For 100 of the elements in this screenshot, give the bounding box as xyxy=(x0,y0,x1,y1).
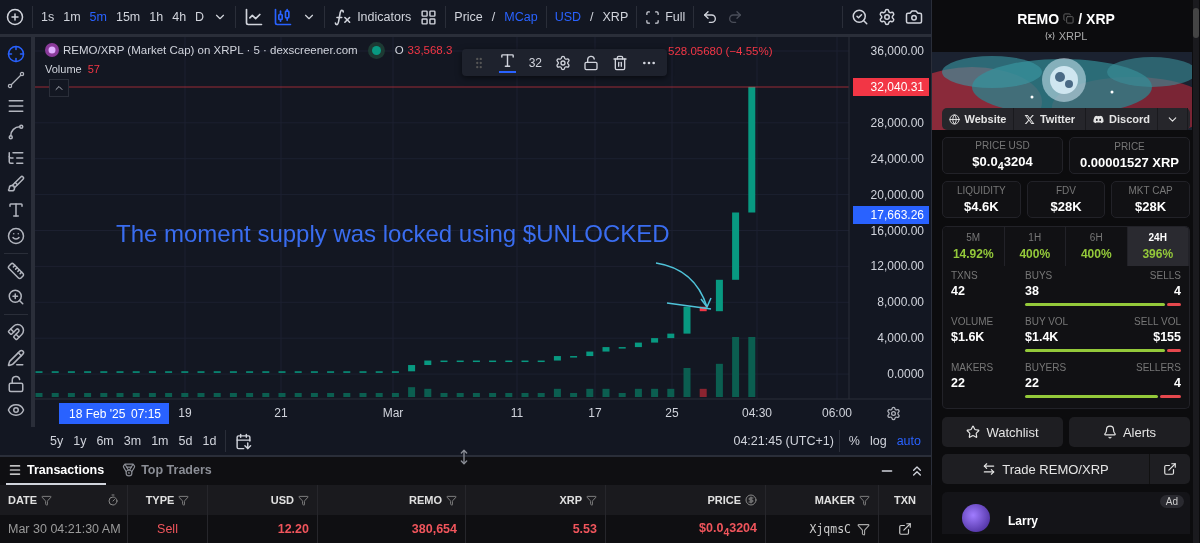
range-button[interactable]: 1d xyxy=(198,431,221,452)
volume-bar xyxy=(35,393,43,398)
panel-tab[interactable]: Top Traders xyxy=(120,457,214,485)
volume-bar xyxy=(748,337,756,398)
stat-value: 4 xyxy=(1174,376,1181,390)
line-tool-icon xyxy=(6,71,25,90)
volume-label: Volume xyxy=(45,63,82,76)
star-icon xyxy=(966,425,981,439)
filter-icon[interactable] xyxy=(857,522,870,536)
price-mcap-toggle[interactable]: Price / MCap xyxy=(450,7,542,28)
column-header[interactable]: TXN xyxy=(879,485,932,515)
volume-bar xyxy=(262,393,270,398)
interval-button[interactable]: D xyxy=(191,7,209,28)
interval-button[interactable]: 1m xyxy=(59,7,85,28)
candle xyxy=(391,371,399,374)
collapse-button[interactable] xyxy=(49,79,69,98)
candle xyxy=(375,371,383,374)
watchlist-button[interactable]: Watchlist xyxy=(942,417,1063,447)
axis-label: 36,000.00 xyxy=(870,44,924,59)
range-button[interactable]: 6m xyxy=(92,431,118,452)
smiley-icon xyxy=(6,227,25,246)
axis-label: Mar xyxy=(382,406,404,421)
range-button[interactable]: 3m xyxy=(119,431,146,452)
candle xyxy=(181,371,189,374)
candle xyxy=(683,307,691,335)
interval-button[interactable]: 5m xyxy=(85,7,111,28)
volume-bar xyxy=(116,393,124,398)
volume-value: 57 xyxy=(87,63,100,76)
candle xyxy=(586,352,594,357)
settings-icon[interactable] xyxy=(887,407,900,421)
undo-icon xyxy=(702,9,719,26)
range-button[interactable]: 1y xyxy=(69,431,91,452)
font-size-button[interactable]: 32 xyxy=(528,55,542,70)
stat-label: BUYERS xyxy=(1025,362,1067,373)
chain-name: XRPL xyxy=(1058,29,1088,42)
scale-option[interactable]: % xyxy=(844,431,864,452)
fullscreen-button[interactable]: Full xyxy=(641,6,690,28)
card-value: $4.6K xyxy=(963,199,999,214)
period-tab[interactable]: 5M 14.92% xyxy=(943,227,1005,266)
timer-icon xyxy=(107,494,119,506)
volume-bar xyxy=(521,393,529,398)
unlock-icon[interactable] xyxy=(583,54,600,71)
stat-label: MAKERS xyxy=(951,362,995,373)
currency-toggle[interactable]: USD / XRP xyxy=(550,7,633,28)
settings-icon[interactable] xyxy=(554,54,571,71)
candle xyxy=(408,365,416,372)
interval-button[interactable]: 1s xyxy=(37,7,59,28)
alerts-button[interactable]: Alerts xyxy=(1069,417,1190,447)
avatar xyxy=(962,504,990,532)
candle xyxy=(213,371,221,374)
indicators-button[interactable]: Indicators xyxy=(329,4,416,30)
period-tab[interactable]: 24H 396% xyxy=(1127,227,1189,266)
period-tab[interactable]: 1H 400% xyxy=(1004,227,1066,266)
scale-option[interactable]: auto xyxy=(892,431,925,452)
social-link[interactable]: Twitter xyxy=(1014,108,1086,130)
volume-bar xyxy=(391,393,399,398)
column-header[interactable]: XRP xyxy=(466,485,606,515)
copy-icon[interactable] xyxy=(1063,13,1075,24)
column-header[interactable]: MAKER xyxy=(766,485,879,515)
zoom-in-icon xyxy=(6,288,25,307)
axis-label: 4,000.00 xyxy=(877,331,924,346)
ad-card[interactable]: Ad Larry xyxy=(942,492,1190,534)
scale-option[interactable]: log xyxy=(865,431,891,452)
column-header[interactable]: TYPE xyxy=(128,485,208,515)
range-button[interactable]: 5d xyxy=(174,431,197,452)
annotation-text: The moment supply was locked using $UNLOCKED xyxy=(116,220,670,249)
open-label: O xyxy=(394,44,404,57)
status-dot xyxy=(371,45,381,55)
quote-token: XRP xyxy=(1086,10,1115,27)
axis-label: 12,000.00 xyxy=(870,259,924,274)
range-button[interactable]: 5y xyxy=(46,431,68,452)
volume-bar xyxy=(375,393,383,398)
filter-icon xyxy=(178,494,190,506)
column-header[interactable]: USD xyxy=(208,485,318,515)
interval-button[interactable]: 4h xyxy=(168,7,191,28)
interval-button[interactable]: 15m xyxy=(111,7,145,28)
pencil-icon xyxy=(6,349,25,368)
period-tab[interactable]: 6H 400% xyxy=(1066,227,1128,266)
column-header[interactable]: REMO xyxy=(318,485,466,515)
maker-address[interactable]: XjqmsC xyxy=(809,522,851,536)
dollar-icon xyxy=(745,494,757,506)
volume-bar xyxy=(148,393,156,398)
volume-bar xyxy=(246,393,254,398)
column-header[interactable]: DATE xyxy=(0,485,128,515)
volume-bar xyxy=(683,368,691,398)
external-link-icon[interactable] xyxy=(898,522,912,536)
x-logo-icon xyxy=(1023,113,1035,125)
card-value: 0.00001527 XRP xyxy=(1080,155,1179,170)
settings-icon xyxy=(878,8,896,27)
candle xyxy=(229,371,237,374)
camera-icon xyxy=(905,8,923,27)
trash-icon[interactable] xyxy=(611,54,628,71)
range-button[interactable]: 1m xyxy=(147,431,173,452)
volume-bar xyxy=(84,393,92,398)
discord-icon xyxy=(1093,113,1104,125)
interval-button[interactable]: 1h xyxy=(145,7,168,28)
scrollbar[interactable] xyxy=(1193,0,1199,543)
text-style-button[interactable] xyxy=(499,52,516,74)
medal-icon xyxy=(122,463,137,477)
column-header[interactable]: PRICE xyxy=(606,485,766,515)
